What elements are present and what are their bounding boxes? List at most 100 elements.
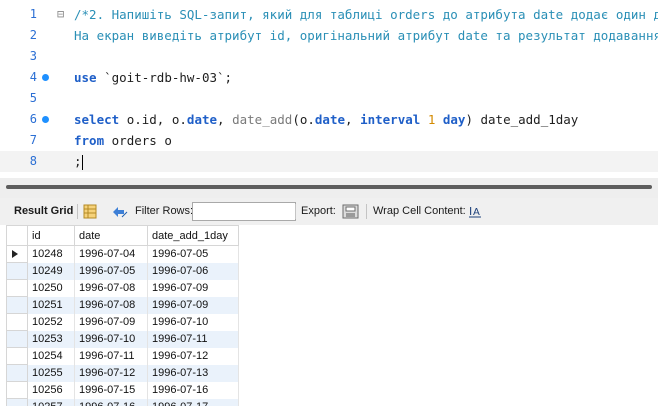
table-row[interactable]: 10251 1996-07-08 1996-07-09 — [6, 296, 239, 314]
cell-id[interactable]: 10248 — [27, 245, 75, 263]
result-grid-tab[interactable]: Result Grid — [14, 198, 73, 225]
cell-date-add-1day[interactable]: 1996-07-10 — [147, 313, 239, 331]
comment-text: На екран виведіть атрибут id, оригінальн… — [74, 28, 658, 43]
editor-line-6: 6 select o.id, o.date, date_add(o.date, … — [0, 109, 658, 130]
editor-line-3: 3 — [0, 46, 658, 67]
comma: , — [217, 112, 225, 127]
cell-date-add-1day[interactable]: 1996-07-16 — [147, 381, 239, 399]
cell-date-add-1day[interactable]: 1996-07-06 — [147, 262, 239, 280]
table-alias: o. — [171, 112, 187, 127]
table-row[interactable]: 10253 1996-07-10 1996-07-11 — [6, 330, 239, 348]
row-selector[interactable] — [6, 262, 28, 280]
header-row: id date date_add_1day — [6, 225, 239, 246]
text-cursor — [81, 155, 83, 170]
row-selector[interactable] — [6, 364, 28, 382]
cell-date[interactable]: 1996-07-11 — [74, 347, 148, 365]
cell-id[interactable]: 10253 — [27, 330, 75, 348]
column-header-id[interactable]: id — [27, 225, 75, 246]
row-selector[interactable] — [6, 330, 28, 348]
grid-view-icon[interactable] — [83, 204, 97, 219]
cell-id[interactable]: 10252 — [27, 313, 75, 331]
row-selector[interactable] — [6, 279, 28, 297]
export-label: Export: — [301, 205, 336, 217]
cell-date[interactable]: 1996-07-08 — [74, 296, 148, 314]
keyword-select: select — [74, 112, 120, 127]
keyword-day: day — [442, 112, 466, 127]
cell-id[interactable]: 10251 — [27, 296, 75, 314]
comment-text: /*2. Напишіть SQL-запит, який для таблиц… — [74, 7, 658, 22]
cell-date[interactable]: 1996-07-05 — [74, 262, 148, 280]
table-row[interactable]: 10255 1996-07-12 1996-07-13 — [6, 364, 239, 382]
svg-text:I: I — [469, 205, 472, 218]
column-header-date[interactable]: date — [74, 225, 148, 246]
row-selector[interactable] — [6, 381, 28, 399]
splitter-handle[interactable] — [6, 185, 652, 189]
column-oid: o.id, — [126, 112, 165, 127]
cell-date[interactable]: 1996-07-10 — [74, 330, 148, 348]
result-grid[interactable]: id date date_add_1day 10248 1996-07-04 199… — [0, 225, 658, 406]
pane-splitter[interactable] — [0, 178, 658, 198]
from-table: orders o — [111, 133, 172, 148]
statement-marker-icon — [42, 116, 49, 123]
keyword-from: from — [74, 133, 105, 148]
keyword-use: use — [74, 70, 97, 85]
cell-date[interactable]: 1996-07-16 — [74, 398, 148, 406]
table-row[interactable]: 10248 1996-07-04 1996-07-05 — [6, 245, 239, 263]
fold-collapse-icon[interactable]: ⊟ — [57, 8, 64, 20]
table-row[interactable]: 10250 1996-07-08 1996-07-09 — [6, 279, 239, 297]
cell-id[interactable]: 10249 — [27, 262, 75, 280]
line-number: 5 — [29, 91, 37, 105]
cell-id[interactable]: 10256 — [27, 381, 75, 399]
wrap-text-icon[interactable]: I A — [468, 204, 482, 219]
cell-date-add-1day[interactable]: 1996-07-09 — [147, 279, 239, 297]
cell-id[interactable]: 10255 — [27, 364, 75, 382]
row-selector[interactable] — [6, 347, 28, 365]
semicolon: ; — [224, 70, 233, 85]
sql-editor[interactable]: 1 ⊟ /*2. Напишіть SQL-запит, який для та… — [0, 0, 658, 178]
use-statement: use `goit-rdb-hw-03`; — [74, 67, 232, 88]
row-selector[interactable] — [6, 313, 28, 331]
semicolon: ; — [74, 154, 82, 169]
function-args-open: (o. — [292, 112, 315, 127]
row-header-corner — [6, 225, 28, 246]
line-number: 1 — [29, 7, 37, 21]
arg-date: date — [314, 112, 345, 127]
wrap-cell-label: Wrap Cell Content: — [373, 205, 466, 217]
table-row[interactable]: 102571996-07-161996-07-17 — [6, 398, 239, 406]
cell-date[interactable]: 1996-07-12 — [74, 364, 148, 382]
result-toolbar: Result Grid Filter Rows: Export: Wrap Ce… — [0, 198, 658, 226]
database-name: `goit-rdb-hw-03` — [104, 70, 225, 85]
row-selector[interactable] — [6, 398, 28, 406]
table-row[interactable]: 10254 1996-07-11 1996-07-12 — [6, 347, 239, 365]
filter-rows-label: Filter Rows: — [135, 205, 194, 217]
export-icon[interactable] — [342, 204, 359, 219]
table-row[interactable]: 10249 1996-07-05 1996-07-06 — [6, 262, 239, 280]
cell-date-add-1day[interactable]: 1996-07-17 — [147, 398, 239, 406]
cell-date-add-1day[interactable]: 1996-07-12 — [147, 347, 239, 365]
cell-id[interactable]: 10250 — [27, 279, 75, 297]
column-header-date-add-1day[interactable]: date_add_1day — [147, 225, 239, 246]
row-selector[interactable] — [6, 296, 28, 314]
svg-text:A: A — [473, 207, 480, 218]
cell-date-add-1day[interactable]: 1996-07-11 — [147, 330, 239, 348]
cell-date-add-1day[interactable]: 1996-07-09 — [147, 296, 239, 314]
editor-line-8: 8 ; — [0, 151, 658, 172]
function-date-add: date_add — [232, 112, 293, 127]
table-row[interactable]: 10256 1996-07-15 1996-07-16 — [6, 381, 239, 399]
row-selector[interactable] — [6, 245, 28, 263]
interval-number: 1 — [427, 112, 436, 127]
cell-date-add-1day[interactable]: 1996-07-13 — [147, 364, 239, 382]
line-number: 7 — [29, 133, 37, 147]
editor-line-5: 5 — [0, 88, 658, 109]
cell-date[interactable]: 1996-07-08 — [74, 279, 148, 297]
editor-line-1: 1 ⊟ /*2. Напишіть SQL-запит, який для та… — [0, 4, 658, 25]
cell-date[interactable]: 1996-07-04 — [74, 245, 148, 263]
cell-date[interactable]: 1996-07-09 — [74, 313, 148, 331]
refresh-icon[interactable] — [110, 204, 128, 219]
cell-date-add-1day[interactable]: 1996-07-05 — [147, 245, 239, 263]
table-row[interactable]: 10252 1996-07-09 1996-07-10 — [6, 313, 239, 331]
filter-rows-input[interactable] — [192, 202, 296, 221]
cell-id[interactable]: 10254 — [27, 347, 75, 365]
cell-id[interactable]: 10257 — [27, 398, 75, 406]
cell-date[interactable]: 1996-07-15 — [74, 381, 148, 399]
